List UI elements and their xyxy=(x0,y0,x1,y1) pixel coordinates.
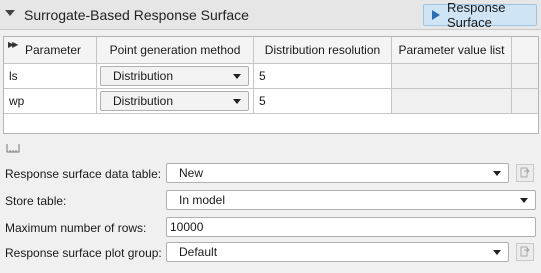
table-row-parameter-cell[interactable]: wp xyxy=(4,89,97,114)
plot-group-label: Response surface plot group: xyxy=(5,246,162,260)
method-dropdown-value: Distribution xyxy=(113,94,174,108)
play-icon xyxy=(432,10,440,20)
column-header-filler xyxy=(512,37,538,64)
store-table-dropdown[interactable]: In model xyxy=(166,190,536,210)
column-header-resolution[interactable]: Distribution resolution xyxy=(254,37,392,64)
method-dropdown-value: Distribution xyxy=(113,69,174,83)
chevron-down-icon xyxy=(520,198,528,203)
table-row-value-list-cell[interactable] xyxy=(392,89,512,114)
parameter-name: ls xyxy=(9,69,18,83)
section-title: Surrogate-Based Response Surface xyxy=(24,7,249,23)
chevron-down-icon xyxy=(493,250,501,255)
parameter-name: wp xyxy=(9,94,25,108)
move-up-double-arrow-icon[interactable]: ▶▶ xyxy=(8,40,18,49)
go-to-source-icon[interactable] xyxy=(516,243,534,261)
table-row-parameter-cell[interactable]: ls xyxy=(4,64,97,89)
plot-group-value: Default xyxy=(179,245,218,259)
row-filler xyxy=(512,89,538,114)
table-row-resolution-cell[interactable]: 5 xyxy=(254,89,392,114)
store-table-value: In model xyxy=(179,193,226,207)
chevron-down-icon xyxy=(493,171,501,176)
table-row-resolution-cell[interactable]: 5 xyxy=(254,64,392,89)
go-to-source-glyph-icon xyxy=(520,167,530,178)
column-header-method[interactable]: Point generation method xyxy=(97,37,254,64)
chevron-down-icon xyxy=(233,74,241,79)
store-table-label: Store table: xyxy=(5,194,67,208)
parameter-table: ▶▶ Parameter Point generation method Dis… xyxy=(3,36,539,134)
column-header-value-list[interactable]: Parameter value list xyxy=(392,37,512,64)
resolution-value: 5 xyxy=(259,94,266,108)
data-table-value: New xyxy=(179,166,204,180)
response-surface-button[interactable]: Response Surface xyxy=(423,0,537,30)
resolution-value: 5 xyxy=(259,69,266,83)
table-row-method-cell: Distribution xyxy=(97,64,254,89)
method-dropdown[interactable]: Distribution xyxy=(100,66,249,86)
column-header-label: Point generation method xyxy=(109,43,241,57)
row-filler xyxy=(512,64,538,89)
data-table-label: Response surface data table: xyxy=(5,167,162,181)
table-settings-icon[interactable] xyxy=(6,142,20,154)
max-rows-label: Maximum number of rows: xyxy=(5,221,147,235)
response-surface-button-label: Response Surface xyxy=(447,0,506,30)
plot-group-dropdown[interactable]: Default xyxy=(166,242,509,262)
table-row-method-cell: Distribution xyxy=(97,89,254,114)
column-header-label: Distribution resolution xyxy=(264,43,381,57)
table-row-value-list-cell[interactable] xyxy=(392,64,512,89)
max-rows-value: 10000 xyxy=(170,220,204,234)
column-header-parameter[interactable]: ▶▶ Parameter xyxy=(4,37,97,64)
data-table-dropdown[interactable]: New xyxy=(166,163,509,183)
column-header-label: Parameter value list xyxy=(398,43,505,57)
max-rows-input[interactable]: 10000 xyxy=(166,217,536,237)
go-to-source-icon[interactable] xyxy=(516,164,534,182)
chevron-down-icon xyxy=(233,99,241,104)
method-dropdown[interactable]: Distribution xyxy=(100,91,249,111)
collapse-chevron-icon[interactable] xyxy=(5,10,15,16)
go-to-source-glyph-icon xyxy=(520,246,530,257)
column-header-label: Parameter xyxy=(24,43,82,57)
section-header: Surrogate-Based Response Surface Respons… xyxy=(0,0,541,30)
